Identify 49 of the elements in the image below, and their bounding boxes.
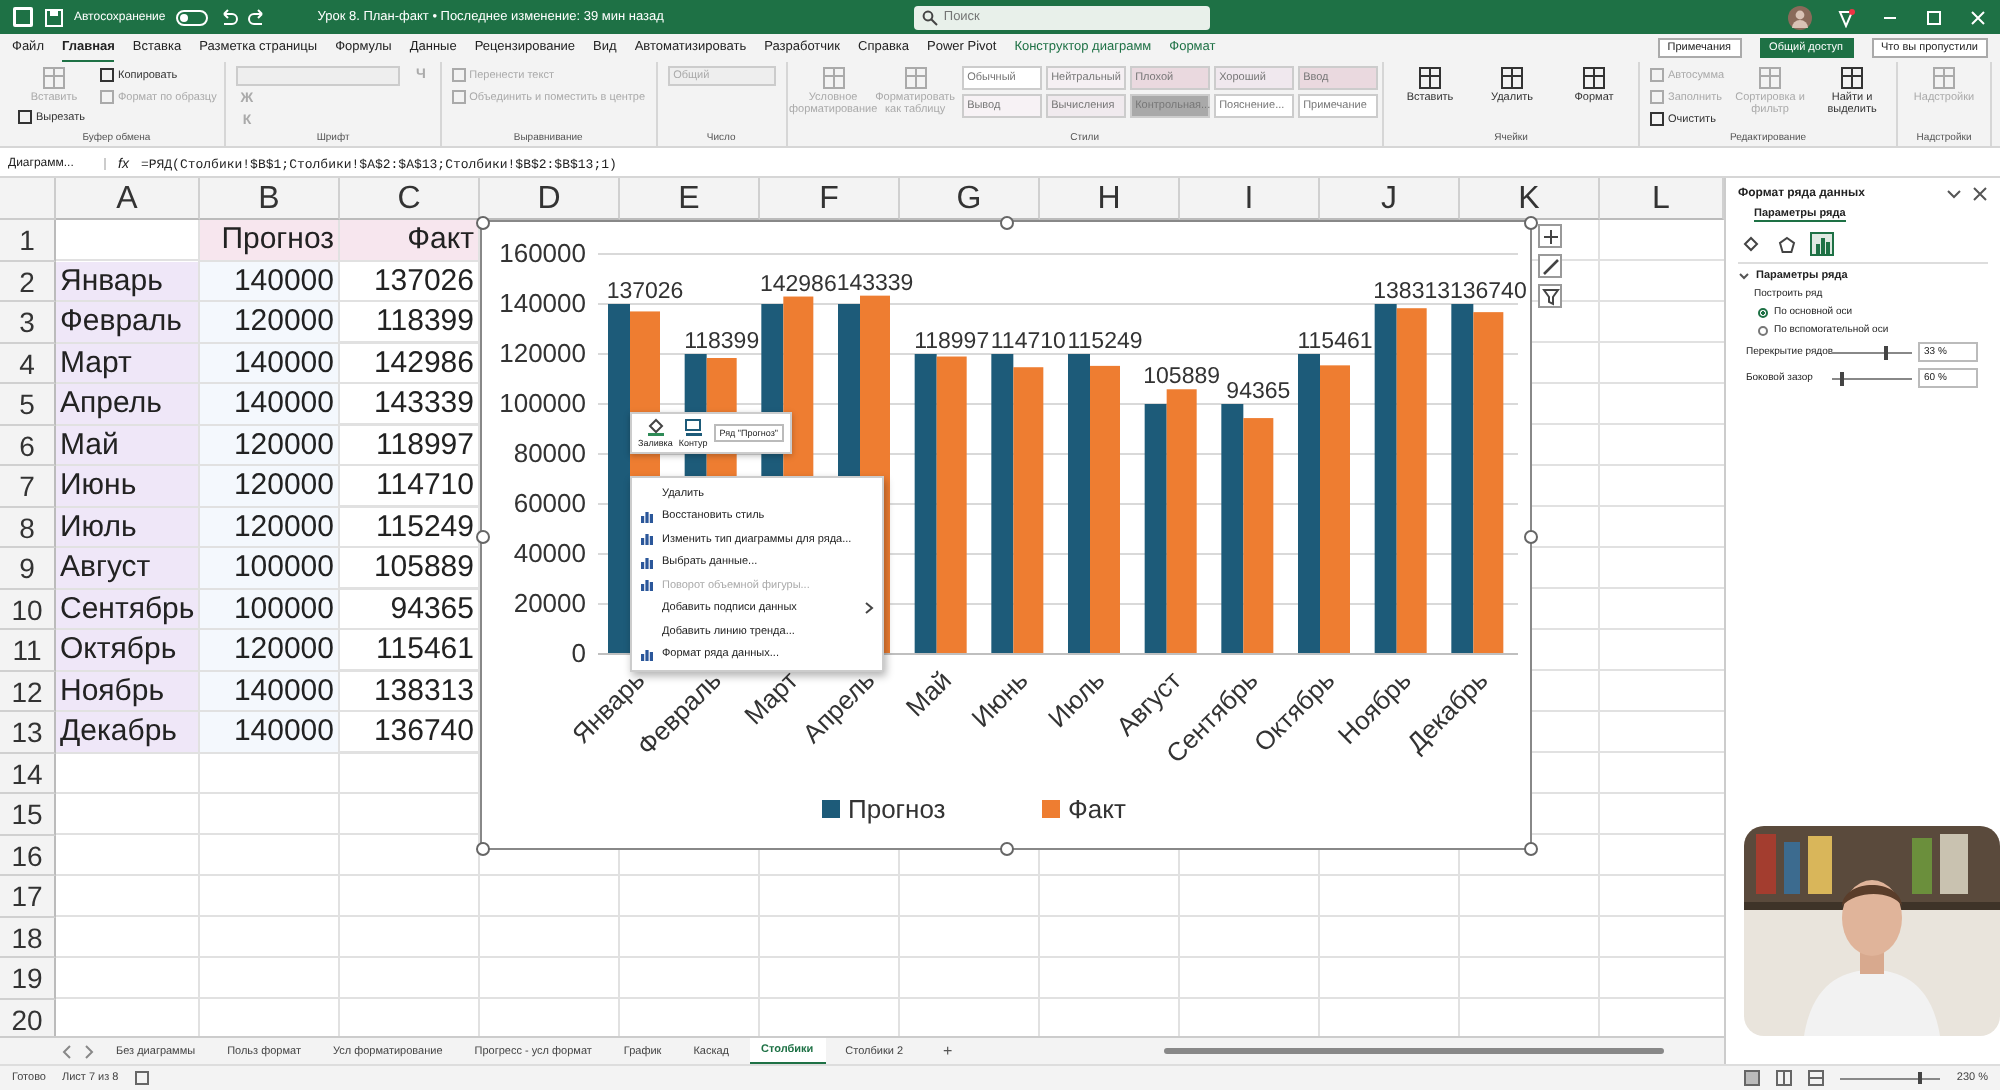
data-label: 137026 xyxy=(606,280,684,304)
table-cell: Июнь xyxy=(56,466,200,507)
table-cell: Прогноз xyxy=(200,220,340,261)
data-label: 138313 xyxy=(1373,280,1451,304)
axis-label: 60000 xyxy=(513,488,586,518)
table-cell: Август xyxy=(56,548,200,589)
data-label: 105889 xyxy=(1143,365,1221,390)
table-cell: 120000 xyxy=(200,630,340,671)
table-cell: Январь xyxy=(56,261,200,302)
axis-label: 0 xyxy=(571,638,586,668)
table-cell: Февраль xyxy=(56,302,200,343)
table-cell: 120000 xyxy=(200,466,340,507)
legend-label: Прогноз xyxy=(848,794,946,824)
table-cell: 120000 xyxy=(200,425,340,466)
axis-label: 160000 xyxy=(499,238,586,268)
table-cell: Факт xyxy=(340,220,480,261)
table-cell: 140000 xyxy=(200,343,340,384)
table-cell: 140000 xyxy=(200,671,340,712)
table-cell: Апрель xyxy=(56,384,200,425)
table-cell: 120000 xyxy=(200,302,340,343)
axis-label: 40000 xyxy=(513,538,586,568)
data-label: 115461 xyxy=(1297,330,1373,354)
table-cell: 140000 xyxy=(200,712,340,753)
table-cell: Июль xyxy=(56,507,200,548)
table-cell: Ноябрь xyxy=(56,671,200,712)
table-cell: Октябрь xyxy=(56,630,200,671)
table-cell: 100000 xyxy=(200,589,340,630)
table-cell: 120000 xyxy=(200,507,340,548)
axis-label: 100000 xyxy=(499,388,586,418)
data-label: 143339 xyxy=(836,271,914,296)
data-label: 94365 xyxy=(1226,380,1291,404)
table-cell: Май xyxy=(56,425,200,466)
table-cell: 100000 xyxy=(200,548,340,589)
axis-label: 20000 xyxy=(513,588,586,618)
data-label: 118399 xyxy=(684,330,760,354)
data-label: 115249 xyxy=(1067,330,1143,354)
axis-label: 140000 xyxy=(499,288,586,318)
axis-label: 80000 xyxy=(513,438,586,468)
table-cell: Декабрь xyxy=(56,712,200,753)
table-cell: 140000 xyxy=(200,384,340,425)
data-label: 136740 xyxy=(1449,280,1527,304)
table-cell: 140000 xyxy=(200,261,340,302)
table-cell: Сентябрь xyxy=(56,589,200,630)
data-label: 114710 xyxy=(990,330,1066,354)
data-label: 142986 xyxy=(759,272,837,297)
table-cell: Март xyxy=(56,343,200,384)
axis-label: 120000 xyxy=(499,338,586,368)
data-label: 118997 xyxy=(914,330,990,354)
legend-label: Факт xyxy=(1068,794,1126,824)
